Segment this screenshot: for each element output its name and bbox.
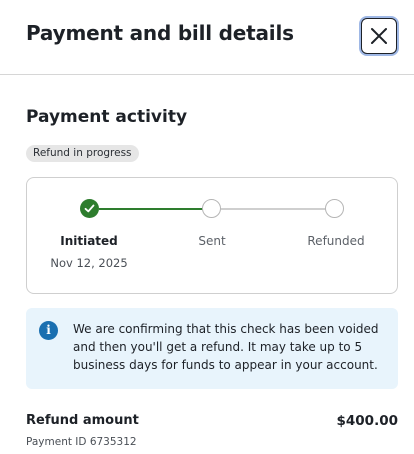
status-badge: Refund in progress — [26, 145, 139, 162]
info-icon: i — [39, 321, 58, 340]
step-sent-dot — [202, 199, 221, 218]
step-refunded-label: Refunded — [307, 234, 365, 248]
info-message: i We are confirming that this check has … — [26, 308, 398, 389]
refund-amount-value: $400.00 — [336, 413, 399, 429]
payment-id: Payment ID 6735312 — [26, 436, 137, 448]
progress-line-complete — [99, 208, 211, 210]
progress-tracker: Initiated Sent Refunded Nov 12, 2025 — [26, 177, 398, 294]
close-button[interactable] — [361, 18, 397, 54]
step-initiated-label: Initiated — [60, 234, 118, 248]
step-refunded-dot — [325, 199, 344, 218]
dialog-header: Payment and bill details — [0, 0, 414, 75]
close-icon — [371, 28, 387, 44]
step-initiated-dot — [80, 199, 99, 218]
checkmark-icon — [84, 204, 95, 213]
progress-line-pending — [221, 208, 335, 210]
step-initiated-date: Nov 12, 2025 — [50, 256, 128, 270]
dialog-title: Payment and bill details — [26, 21, 294, 45]
step-sent-label: Sent — [198, 234, 226, 248]
refund-amount-label: Refund amount — [26, 413, 139, 428]
section-title: Payment activity — [26, 107, 188, 127]
info-text: We are confirming that this check has be… — [73, 322, 379, 372]
